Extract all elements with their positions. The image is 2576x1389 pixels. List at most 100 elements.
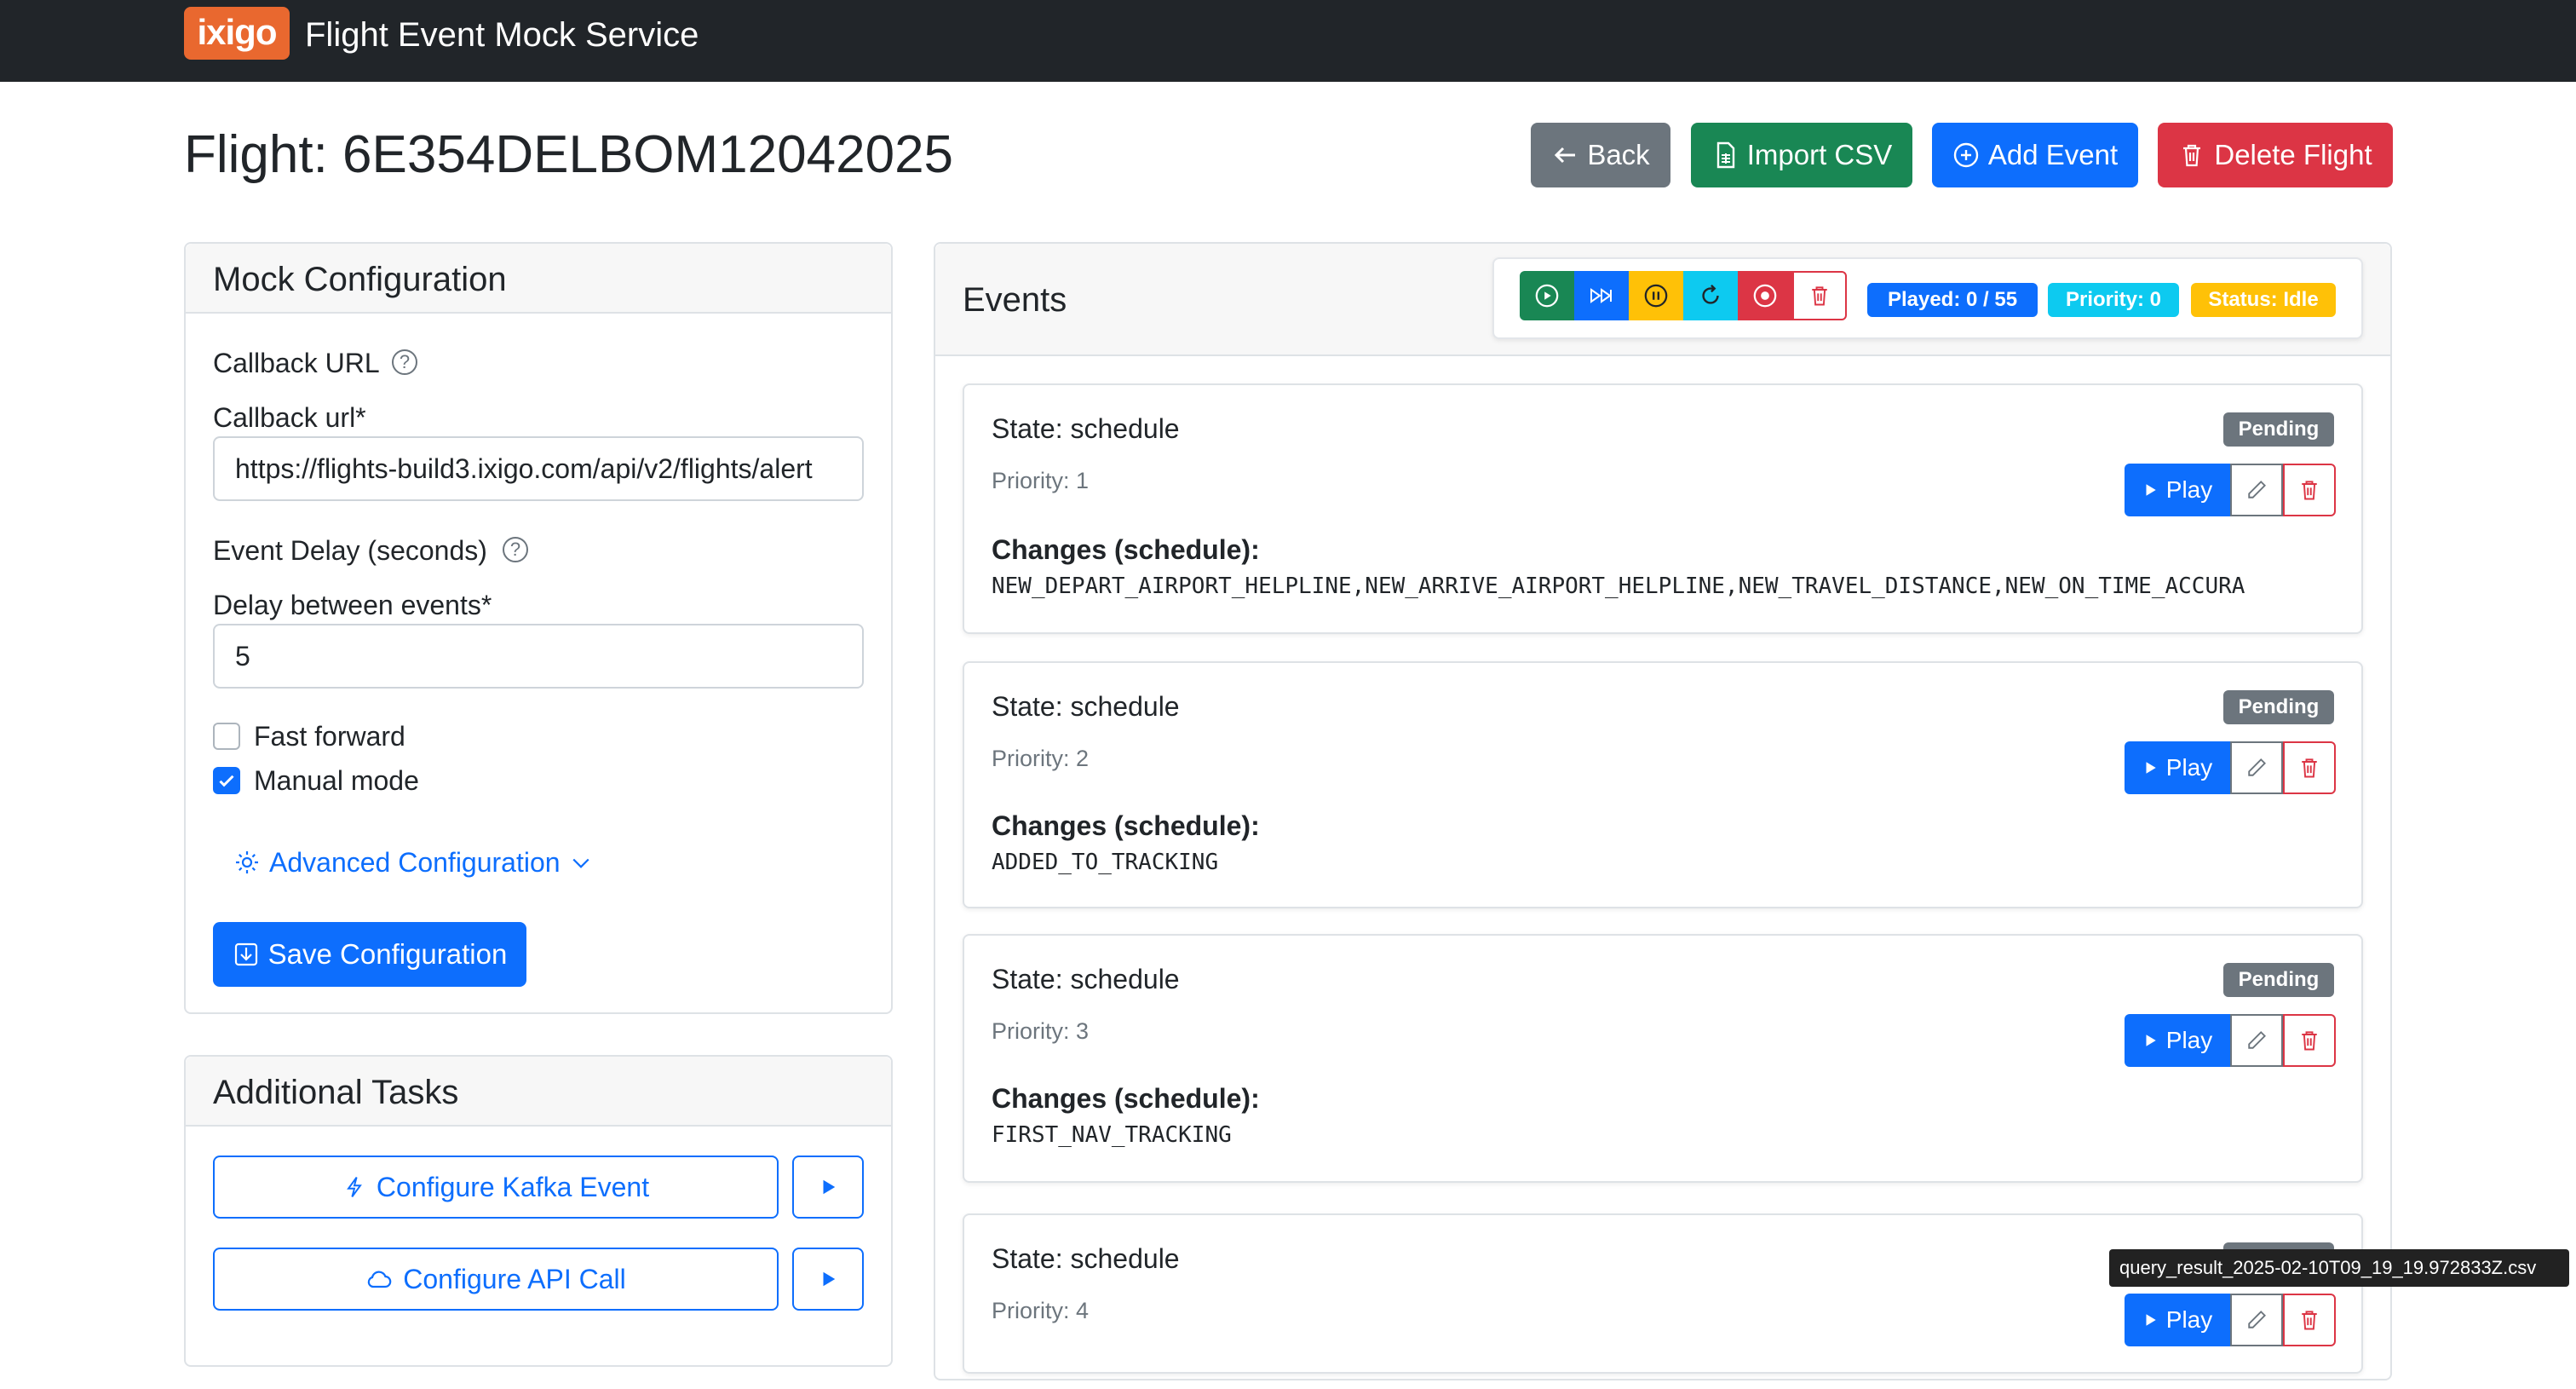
delete-event-button[interactable] [2283,1294,2336,1346]
event-changes: FIRST_NAV_TRACKING [992,1122,1232,1148]
gear-icon [236,851,258,873]
event-status-badge: Pending [2223,963,2334,997]
fast-forward-label[interactable]: Fast forward [254,718,405,755]
event-state: State: schedule [992,413,1180,444]
stop-button[interactable] [1738,271,1792,320]
manual-mode-checkbox[interactable] [213,767,240,794]
add-event-button[interactable]: Add Event [1932,123,2138,187]
csv-file-icon [1716,141,1734,169]
additional-tasks-title: Additional Tasks [213,1074,459,1111]
advanced-configuration-toggle[interactable]: Advanced Configuration [233,844,593,881]
import-csv-button[interactable]: Import CSV [1691,123,1912,187]
status-badge: Status: Idle [2191,283,2336,317]
mock-configuration-title: Mock Configuration [213,261,507,298]
fast-forward-icon [1590,288,1612,303]
pencil-icon [2248,1311,2266,1328]
play-event-button[interactable]: Play [2125,741,2230,794]
delete-event-button[interactable] [2283,741,2336,794]
event-changes-title: Changes (schedule): [992,1083,1260,1114]
trash-icon [2302,758,2317,778]
play-event-button[interactable]: Play [2125,464,2230,516]
configure-api-label: Configure API Call [403,1263,626,1294]
checkmark-icon [219,775,234,787]
back-button[interactable]: Back [1531,123,1670,187]
help-icon[interactable]: ? [503,537,528,562]
configure-kafka-label: Configure Kafka Event [376,1171,650,1202]
edit-event-button[interactable] [2230,1014,2283,1067]
event-card: State: schedule Priority: 2 Changes (sch… [963,661,2363,908]
edit-event-button[interactable] [2230,464,2283,516]
configure-api-button[interactable]: Configure API Call [213,1248,779,1311]
play-label: Play [2165,1306,2213,1333]
delay-label: Delay between events* [213,590,492,620]
event-changes-title: Changes (schedule): [992,534,1260,565]
callback-url-input[interactable]: https://flights-build3.ixigo.com/api/v2/… [213,436,864,501]
event-status-badge: Pending [2223,412,2334,447]
add-event-label: Add Event [1987,139,2119,170]
edit-event-button[interactable] [2230,1294,2283,1346]
trash-icon [2183,144,2201,167]
played-badge: Played: 0 / 55 [1867,283,2038,317]
event-card: State: schedule Priority: 3 Changes (sch… [963,934,2363,1183]
play-event-button[interactable]: Play [2125,1014,2230,1067]
play-icon [823,1271,836,1287]
delete-event-button[interactable] [2283,464,2336,516]
event-changes-title: Changes (schedule): [992,810,1260,841]
fast-forward-checkbox[interactable] [213,723,240,750]
play-circle-icon [1535,284,1559,308]
pause-button[interactable] [1629,271,1683,320]
file-tooltip: query_result_2025-02-10T09_19_19.972833Z… [2109,1249,2569,1287]
event-card: State: schedule Priority: 1 Changes (sch… [963,383,2363,634]
pencil-icon [2248,481,2266,499]
pencil-icon [2248,1031,2266,1049]
priority-badge: Priority: 0 [2048,283,2179,317]
import-csv-label: Import CSV [1746,139,1893,170]
playback-toolbar: Played: 0 / 55 Priority: 0 Status: Idle [1492,257,2363,339]
manual-mode-label[interactable]: Manual mode [254,762,419,799]
event-state: State: schedule [992,691,1180,722]
play-label: Play [2165,1027,2213,1053]
lightning-icon [347,1177,362,1197]
plus-circle-icon [1953,142,1979,168]
refresh-icon [1702,284,1719,304]
play-icon [2146,1314,2156,1326]
trash-icon [1812,286,1827,306]
event-state: State: schedule [992,1243,1180,1274]
delete-flight-label: Delete Flight [2214,139,2372,170]
event-priority: Priority: 1 [992,468,1090,493]
event-changes: NEW_DEPART_AIRPORT_HELPLINE,NEW_ARRIVE_A… [992,573,2245,599]
app-title[interactable]: Flight Event Mock Service [305,12,699,58]
run-api-button[interactable] [792,1248,864,1311]
reset-button[interactable] [1683,271,1738,320]
save-configuration-button[interactable]: Save Configuration [213,922,526,987]
event-state: State: schedule [992,964,1180,994]
trash-icon [2302,1311,2317,1330]
delete-event-button[interactable] [2283,1014,2336,1067]
page-title: Flight: 6E354DELBOM12042025 [184,125,954,184]
play-label: Play [2165,754,2213,781]
help-icon[interactable]: ? [392,349,417,375]
edit-event-button[interactable] [2230,741,2283,794]
event-delay-section-label: Event Delay (seconds) [213,535,487,566]
event-changes: ADDED_TO_TRACKING [992,850,1219,875]
delay-input[interactable]: 5 [213,624,864,689]
download-icon [234,942,257,966]
run-kafka-button[interactable] [792,1156,864,1219]
delete-flight-button[interactable]: Delete Flight [2158,123,2393,187]
play-icon [2146,484,2156,496]
play-all-button[interactable] [1520,271,1574,320]
play-label: Play [2165,476,2213,503]
callback-url-label: Callback url* [213,402,366,433]
fast-forward-button[interactable] [1574,271,1629,320]
event-card: State: schedule Priority: 4 Pending Play [963,1213,2363,1374]
ixigo-logo[interactable]: ixigo [184,7,290,60]
configure-kafka-button[interactable]: Configure Kafka Event [213,1156,779,1219]
event-priority: Priority: 2 [992,746,1090,771]
trash-icon [2302,1031,2317,1051]
pencil-icon [2248,758,2266,776]
clear-events-button[interactable] [1792,271,1847,320]
stop-circle-icon [1753,284,1777,308]
chevron-down-icon [572,858,589,868]
save-configuration-label: Save Configuration [267,938,508,970]
play-event-button[interactable]: Play [2125,1294,2230,1346]
